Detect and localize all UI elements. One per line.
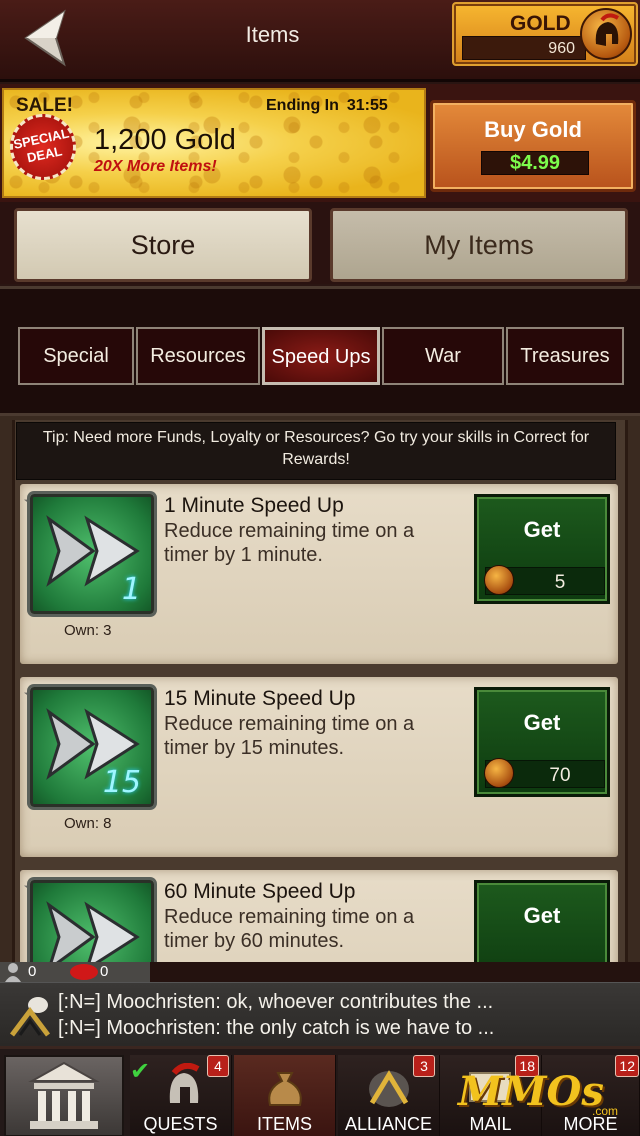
get-button[interactable]: Get 5 — [474, 494, 610, 604]
sale-ending: Ending In 31:55 — [266, 97, 388, 115]
player-icon — [4, 962, 22, 982]
message-bubble-icon — [70, 964, 98, 980]
tab-resources[interactable]: Resources — [136, 327, 260, 385]
get-cost-value: 70 — [549, 765, 571, 786]
buy-gold-label: Buy Gold — [484, 117, 582, 142]
nav-quests[interactable]: ✔ 4 QUESTS — [130, 1055, 232, 1136]
tab-store[interactable]: Store — [14, 208, 312, 282]
item-card: ★ 1 Own: 3 1 Minute Speed Up Reduce rema… — [20, 484, 618, 664]
gold-balance-button[interactable]: GOLD 960 — [452, 2, 638, 66]
nav-alliance[interactable]: 3 ALLIANCE — [338, 1055, 440, 1136]
get-button[interactable]: Get 70 — [474, 687, 610, 797]
watermark-suffix: .com — [592, 1104, 619, 1118]
chat-bubble-icon[interactable] — [8, 995, 52, 1039]
fast-forward-icon — [30, 880, 154, 962]
tip-text: Tip: Need more Funds, Loyalty or Resourc… — [16, 422, 616, 480]
alliance-badge: 3 — [413, 1055, 435, 1077]
tab-war[interactable]: War — [382, 327, 504, 385]
message-count: 0 — [100, 963, 109, 980]
get-label: Get — [523, 517, 561, 542]
item-card: ★ 60 Minute Speed Up Reduce remaining ti… — [20, 870, 618, 962]
top-bar: Items GOLD 960 — [0, 0, 640, 82]
item-description: Reduce remaining time on a timer by 60 m… — [164, 906, 415, 952]
item-list-panel[interactable]: Tip: Need more Funds, Loyalty or Resourc… — [0, 416, 640, 962]
special-deal-badge: SPECIAL DEAL — [3, 107, 83, 187]
get-cost: 70 — [484, 758, 605, 788]
coin-icon — [484, 758, 514, 788]
fast-forward-icon: 15 — [30, 687, 154, 807]
item-card: ★ 15 Own: 8 15 Minute Speed Up Reduce re… — [20, 677, 618, 857]
nav-quests-label: QUESTS — [143, 1114, 218, 1134]
nav-mail-label: MAIL — [469, 1114, 512, 1134]
status-strip: 0 0 — [0, 962, 640, 982]
watermark-logo: MMOs — [458, 1068, 604, 1115]
tab-special[interactable]: Special — [18, 327, 134, 385]
tab-speed-ups[interactable]: Speed Ups — [262, 327, 380, 385]
gold-value-bar: 960 — [462, 36, 586, 60]
item-name: 60 Minute Speed Up — [164, 880, 356, 903]
buy-gold-price: $4.99 — [481, 151, 589, 175]
chat-message: [:N=] Moochristen: the only catch is we … — [58, 1017, 495, 1039]
sale-offer[interactable]: SALE! Ending In 31:55 SPECIAL DEAL 1,200 … — [2, 88, 426, 198]
get-label: Get — [523, 710, 561, 735]
item-own-count: Own: 8 — [64, 815, 112, 832]
gold-value: 960 — [548, 40, 575, 57]
nav-alliance-label: ALLIANCE — [344, 1114, 433, 1134]
nav-items-label: ITEMS — [256, 1114, 312, 1134]
main-tabs: Store My Items — [0, 202, 640, 284]
gold-label: GOLD — [510, 12, 571, 35]
buy-gold-button[interactable]: Buy Gold $4.99 — [430, 100, 636, 192]
get-cost-value: 5 — [554, 572, 566, 593]
item-icon-number: 1 — [121, 572, 141, 607]
item-name: 15 Minute Speed Up — [164, 687, 356, 710]
item-description: Reduce remaining time on a timer by 1 mi… — [164, 520, 415, 566]
player-count: 0 — [28, 963, 37, 980]
chat-message: [:N=] Moochristen: ok, whoever contribut… — [58, 991, 494, 1013]
tab-treasures[interactable]: Treasures — [506, 327, 624, 385]
get-button[interactable]: Get — [474, 880, 610, 962]
item-icon-number: 15 — [102, 765, 141, 800]
category-bar: Special Resources Speed Ups War Treasure… — [0, 286, 640, 416]
status-left: 0 0 — [0, 962, 150, 982]
item-own-count: Own: 3 — [64, 622, 112, 639]
nav-more-label: MORE — [563, 1114, 618, 1134]
tab-my-items[interactable]: My Items — [330, 208, 628, 282]
spartan-helmet-coin-icon — [580, 8, 632, 60]
quests-badge: 4 — [207, 1055, 229, 1077]
sale-ending-label: Ending In — [266, 97, 339, 114]
alliance-emblem-icon — [366, 1065, 412, 1109]
sale-subtitle: 20X More Items! — [94, 158, 217, 175]
sale-ending-time: 31:55 — [346, 97, 388, 114]
sale-amount: 1,200 Gold — [94, 124, 236, 156]
home-building-button[interactable] — [4, 1055, 124, 1136]
sale-banner: SALE! Ending In 31:55 SPECIAL DEAL 1,200 … — [0, 84, 640, 202]
category-tabs: Special Resources Speed Ups War Treasure… — [18, 327, 624, 385]
get-cost: 5 — [484, 565, 605, 595]
spartan-helmet-icon — [162, 1062, 206, 1107]
coin-icon — [484, 565, 514, 595]
building-icon — [28, 1061, 100, 1129]
fast-forward-icon: 1 — [30, 494, 154, 614]
item-description: Reduce remaining time on a timer by 15 m… — [164, 713, 415, 759]
money-bag-icon — [264, 1065, 306, 1109]
more-badge: 12 — [615, 1055, 639, 1077]
checkmark-icon: ✔ — [130, 1058, 151, 1085]
nav-items[interactable]: ITEMS — [234, 1055, 336, 1136]
item-name: 1 Minute Speed Up — [164, 494, 344, 517]
chat-panel[interactable]: [:N=] Moochristen: ok, whoever contribut… — [0, 982, 640, 1046]
get-label: Get — [523, 903, 561, 928]
